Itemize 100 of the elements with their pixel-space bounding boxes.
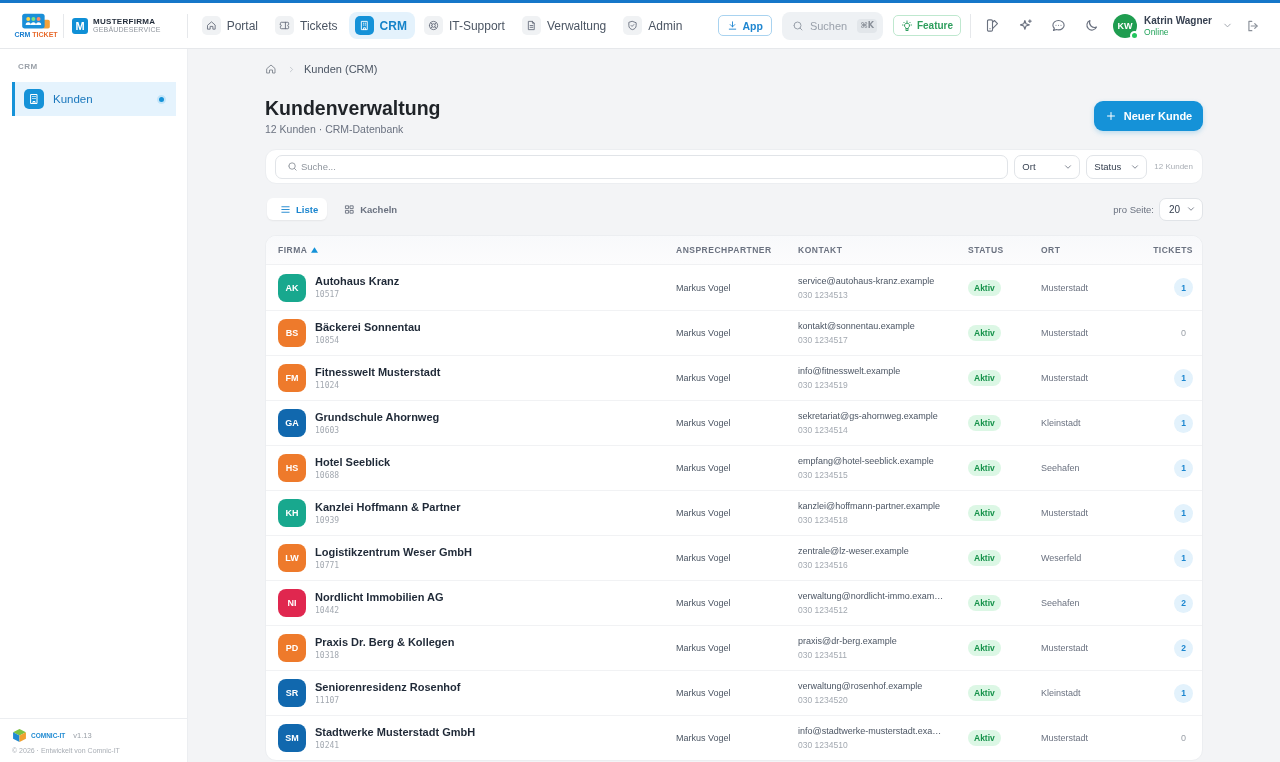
customer-number: 11024 [315,380,340,391]
company-name[interactable]: Seniorenresidenz Rosenhof [315,680,461,694]
app-button[interactable]: App [718,15,772,36]
plus-icon [1104,110,1117,122]
company-name[interactable]: Grundschule Ahornweg [315,410,440,424]
sidebar-item[interactable]: Kunden [12,82,176,116]
status-badge: Aktiv [968,370,1001,386]
customer-number: 10771 [315,560,340,571]
column-header[interactable]: KONTAKT [798,245,843,255]
list-icon [280,203,291,215]
app-logo-icon[interactable] [21,12,51,31]
search-icon [287,161,298,172]
logout-icon[interactable] [1246,18,1260,33]
contact-person: Markus Vogel [676,598,731,608]
company-name[interactable]: Logistikzentrum Weser GmbH [315,545,472,559]
column-header[interactable]: FIRMA [278,245,319,255]
column-header[interactable]: TICKETS [1153,245,1193,255]
company-avatar: PD [278,634,306,662]
home-icon[interactable] [265,63,277,75]
contact-person: Markus Vogel [676,373,731,383]
company-name[interactable]: Kanzlei Hoffmann & Partner [315,500,461,514]
sparkle-icon[interactable] [1018,18,1034,33]
column-header[interactable]: ORT [1041,245,1061,255]
download-icon [727,20,739,31]
company-avatar: SR [278,679,306,707]
chat-bubble-icon[interactable] [1051,18,1067,33]
breadcrumb-current: Kunden (CRM) [304,63,378,75]
result-count: 12 Kunden [1154,162,1193,171]
city-name: Seehafen [1041,463,1080,473]
page-subtitle: 12 Kunden · CRM-Datenbank [265,122,405,136]
ticket-count-badge: 1 [1174,278,1193,297]
active-dot-icon [157,94,166,104]
filter-select[interactable]: Ort [1014,154,1081,179]
user-avatar[interactable]: KW [1113,13,1138,38]
nav-tab[interactable]: CRM [348,12,415,39]
search-field[interactable]: Suche... [275,154,1009,179]
city-name: Musterstadt [1041,328,1089,338]
company-name[interactable]: Bäckerei Sonnentau [315,320,421,334]
phone-number: 030 1234520 [798,695,848,705]
email-address: service@autohaus-kranz.example [798,275,935,287]
ticket-count-badge: 2 [1174,638,1193,658]
company-avatar: BS [278,319,306,347]
city-name: Musterstadt [1041,373,1089,383]
email-address: empfang@hotel-seeblick.example [798,456,934,467]
company-name[interactable]: Stadtwerke Musterstadt GmbH [315,725,476,739]
city-name: Kleinstadt [1041,418,1081,428]
contact-person: Markus Vogel [676,463,731,473]
column-header[interactable]: STATUS [968,245,1004,255]
company-avatar: AK [278,273,306,302]
shield-check-icon [623,16,643,35]
filter-select[interactable]: Status [1086,154,1148,179]
phone-number: 030 1234512 [798,605,848,615]
status-badge: Aktiv [968,279,1001,296]
moon-icon[interactable] [1084,18,1100,33]
status-badge: Aktiv [968,685,1001,701]
cube-logo-icon [12,728,27,743]
user-name: Katrin Wagner [1144,14,1212,27]
contact-person: Markus Vogel [676,643,731,653]
color-swatch-icon[interactable] [985,18,1001,33]
contact-person: Markus Vogel [676,688,731,698]
page-size-select[interactable]: 20 [1159,197,1203,221]
chevron-right-icon [287,64,296,74]
phone-number: 030 1234516 [798,560,848,570]
nav-tab[interactable]: Admin [617,12,691,39]
building-icon [354,16,374,35]
customer-number: 10318 [315,650,340,661]
customer-number: 10517 [315,290,340,300]
building-icon [24,89,44,109]
company-avatar: FM [278,364,306,392]
ticket-count: 0 [1180,328,1187,338]
customer-number: 10603 [315,425,340,436]
ticket-count-badge: 1 [1174,503,1193,523]
contact-person: Markus Vogel [676,733,731,743]
view-toggle[interactable]: Kacheln [331,198,407,220]
customer-number: 10442 [315,605,340,616]
company-avatar: KH [278,499,306,527]
company-avatar: SM [278,724,306,752]
phone-number: 030 1234514 [798,425,848,435]
column-header[interactable]: ANSPRECHPARTNER [676,245,772,255]
view-toggle[interactable]: Liste [267,198,328,220]
nav-tab[interactable]: Tickets [269,12,346,39]
nav-tab[interactable]: IT-Support [417,12,513,39]
status-badge: Aktiv [968,505,1001,521]
contact-person: Markus Vogel [676,282,731,293]
nav-tab[interactable]: Portal [195,12,266,39]
company-name[interactable]: Hotel Seeblick [315,455,391,469]
company-logo: M [72,17,88,34]
status-badge: Aktiv [968,640,1001,656]
email-address: verwaltung@rosenhof.example [798,681,923,692]
company-name[interactable]: Fitnesswelt Musterstadt [315,365,441,379]
company-name[interactable]: Nordlicht Immobilien AG [315,590,444,604]
email-address: sekretariat@gs-ahornweg.example [798,411,938,422]
email-address: praxis@dr-berg.example [798,636,897,647]
company-name[interactable]: Autohaus Kranz [315,275,400,288]
search-icon [791,19,804,32]
city-name: Musterstadt [1041,643,1089,653]
company-name[interactable]: Praxis Dr. Berg & Kollegen [315,635,455,649]
nav-tab[interactable]: Verwaltung [515,12,615,39]
phone-number: 030 1234517 [798,335,848,345]
email-address: verwaltung@nordlicht-immo.exam… [798,591,944,602]
